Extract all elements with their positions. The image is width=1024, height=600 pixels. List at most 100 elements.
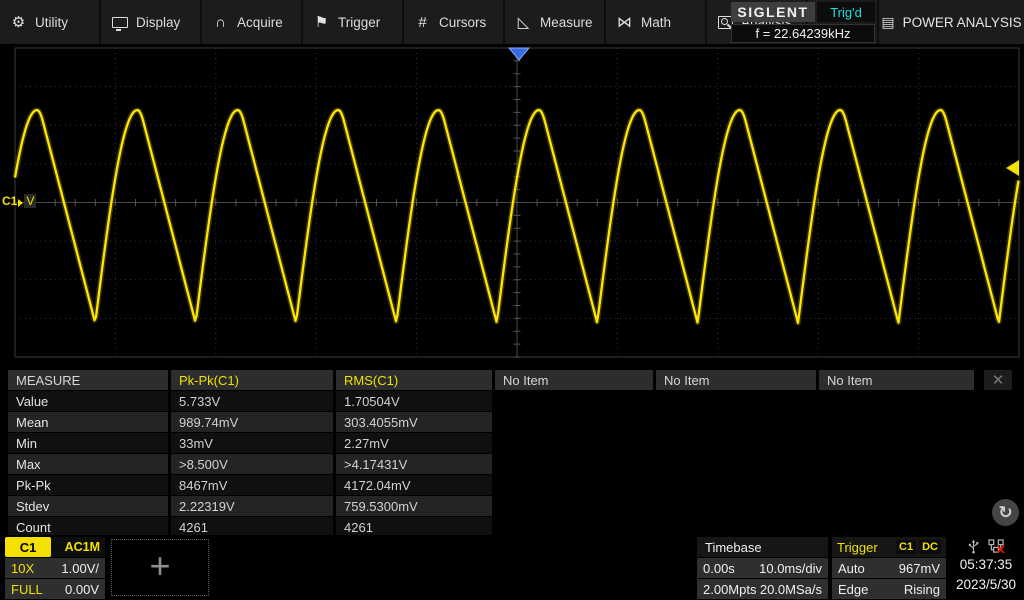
measure-row-count: Count 4261 4261 xyxy=(8,517,974,537)
measure-value: 2.22319V xyxy=(171,496,333,516)
cursors-icon: # xyxy=(418,13,427,31)
crosshair-icon: + xyxy=(149,544,171,586)
trigger-mode: Auto xyxy=(838,560,865,576)
gear-icon: ⚙ xyxy=(11,13,26,31)
menu-item-measure[interactable]: ◺ Measure xyxy=(505,0,606,44)
timebase-scale: 10.0ms/div xyxy=(759,560,822,576)
measure-row-max: Max >8.500V >4.17431V xyxy=(8,454,974,474)
menu-item-acquire[interactable]: ∩ Acquire xyxy=(202,0,303,44)
measure-icon: ◺ xyxy=(517,13,530,31)
timebase-label: Timebase xyxy=(697,537,828,557)
trigger-type: Edge xyxy=(838,581,869,597)
measure-slot-2[interactable]: RMS(C1) xyxy=(336,370,492,390)
measure-row-label: Mean xyxy=(8,412,168,432)
trigger-position-marker[interactable] xyxy=(507,47,531,61)
measure-value: 5.733V xyxy=(171,391,333,411)
measure-row-label: Min xyxy=(8,433,168,453)
oscilloscope-screen: ⚙ Utility Display ∩ Acquire ⚑ Trigger # Cursors ◺… xyxy=(0,0,1024,600)
measure-value: 759.5300mV xyxy=(336,496,492,516)
channel-offset-arrow-icon xyxy=(18,199,24,207)
trigger-level: 967mV xyxy=(898,560,940,576)
channel-offset-marker[interactable]: C1 V xyxy=(2,193,37,209)
measure-value: 4261 xyxy=(171,517,333,537)
menu-item-label: Trigger xyxy=(338,14,381,30)
math-icon: ⋈ xyxy=(617,13,632,31)
menu: ⚙ Utility Display ∩ Acquire ⚑ Trigger # Cursors ◺… xyxy=(0,0,808,44)
measure-row-mean: Mean 989.74mV 303.4055mV xyxy=(8,412,974,432)
trigger-status: Trig'd xyxy=(830,4,862,20)
channel-1-box[interactable]: C1 AC1M 10X 1.00V/ FULL 0.00V xyxy=(5,537,105,599)
menu-item-math[interactable]: ⋈ Math xyxy=(606,0,707,44)
menu-item-display[interactable]: Display xyxy=(101,0,202,44)
menu-item-label: Display xyxy=(136,14,181,30)
menu-item-power-analysis[interactable]: ▤ POWER ANALYSIS xyxy=(877,0,1024,44)
bottom-status-bar: C1 AC1M 10X 1.00V/ FULL 0.00V + Timebase… xyxy=(0,535,1024,600)
waveform-display[interactable]: C1 V xyxy=(0,45,1024,361)
menu-item-trigger[interactable]: ⚑ Trigger xyxy=(303,0,404,44)
measure-close-button[interactable]: ✕ xyxy=(984,370,1012,390)
measure-value: >8.500V xyxy=(171,454,333,474)
measure-row-label: Stdev xyxy=(8,496,168,516)
menu-item-label: Acquire xyxy=(237,14,283,30)
display-icon xyxy=(112,16,128,31)
menu-item-cursors[interactable]: # Cursors xyxy=(404,0,505,44)
waveform-plot xyxy=(12,47,1022,358)
measure-value: 4261 xyxy=(336,517,492,537)
bandwidth-label: FULL xyxy=(11,581,43,597)
measure-slot-1[interactable]: Pk-Pk(C1) xyxy=(171,370,333,390)
acquire-icon: ∩ xyxy=(215,13,226,31)
refresh-control[interactable]: ↻ xyxy=(992,499,1019,526)
probe-attenuation: 10X xyxy=(11,560,35,576)
measure-value: 2.27mV xyxy=(336,433,492,453)
trigger-coupling-badge: DC xyxy=(919,540,941,554)
status-cluster: SIGLENT Trig'd f = 22.64239kHz xyxy=(731,2,875,43)
measure-row-label: Count xyxy=(8,517,168,537)
system-status-area: 05:37:35 2023/5/30 xyxy=(950,537,1022,595)
menu-item-label: Measure xyxy=(540,14,593,30)
system-date: 2023/5/30 xyxy=(955,577,1017,592)
add-channel-box[interactable]: + xyxy=(111,539,209,596)
frequency-counter: f = 22.64239kHz xyxy=(755,26,851,41)
usb-icon xyxy=(968,539,979,553)
timebase-box[interactable]: Timebase 0.00s 10.0ms/div 2.00Mpts 20.0M… xyxy=(697,537,828,599)
clipboard-icon: ▤ xyxy=(881,13,895,30)
system-time: 05:37:35 xyxy=(959,557,1013,572)
trigger-box[interactable]: Trigger C1 DC Auto 967mV Edge Rising xyxy=(832,537,946,599)
measure-value: 8467mV xyxy=(171,475,333,495)
measure-value: 1.70504V xyxy=(336,391,492,411)
menu-item-utility[interactable]: ⚙ Utility xyxy=(0,0,101,44)
power-analysis-label: POWER ANALYSIS xyxy=(902,14,1022,30)
measure-slot-5[interactable]: No Item xyxy=(819,370,974,390)
measure-table-title: MEASURE xyxy=(8,370,168,390)
top-menu-bar: ⚙ Utility Display ∩ Acquire ⚑ Trigger # Cursors ◺… xyxy=(0,0,1024,44)
trigger-source-badge: C1 xyxy=(896,540,917,554)
channel-offset-label: C1 xyxy=(2,194,18,208)
measure-value: 4172.04mV xyxy=(336,475,492,495)
sample-rate: 20.0MSa/s xyxy=(759,581,822,597)
frequency-counter-box: f = 22.64239kHz xyxy=(731,24,875,43)
trigger-slope: Rising xyxy=(903,581,940,597)
vertical-scale: 1.00V/ xyxy=(61,560,99,576)
menu-item-label: Utility xyxy=(35,14,68,30)
measure-row-stdev: Stdev 2.22319V 759.5300mV xyxy=(8,496,974,516)
trigger-label: Trigger xyxy=(837,539,878,555)
measure-slot-3[interactable]: No Item xyxy=(495,370,653,390)
close-icon: ✕ xyxy=(991,372,1005,389)
flag-icon: ⚑ xyxy=(314,13,329,31)
trigger-status-box: Trig'd xyxy=(817,2,875,22)
memory-depth: 2.00Mpts xyxy=(703,581,757,597)
measure-value: 33mV xyxy=(171,433,333,453)
measure-value: 303.4055mV xyxy=(336,412,492,432)
channel-offset-unit: V xyxy=(24,194,37,208)
measure-row-label: Pk-Pk xyxy=(8,475,168,495)
measure-value: >4.17431V xyxy=(336,454,492,474)
menu-item-label: Math xyxy=(641,14,672,30)
measure-row-pk-pk: Pk-Pk 8467mV 4172.04mV xyxy=(8,475,974,495)
measure-row-label: Value xyxy=(8,391,168,411)
channel-1-tab[interactable]: C1 xyxy=(5,537,51,557)
measure-slot-4[interactable]: No Item xyxy=(656,370,816,390)
measure-table: MEASURE Pk-Pk(C1) RMS(C1) No Item No Item No … xyxy=(8,370,974,538)
channel-offset-value: 0.00V xyxy=(65,581,99,597)
brand-logo: SIGLENT xyxy=(737,4,809,20)
trigger-level-marker[interactable] xyxy=(1006,160,1019,176)
